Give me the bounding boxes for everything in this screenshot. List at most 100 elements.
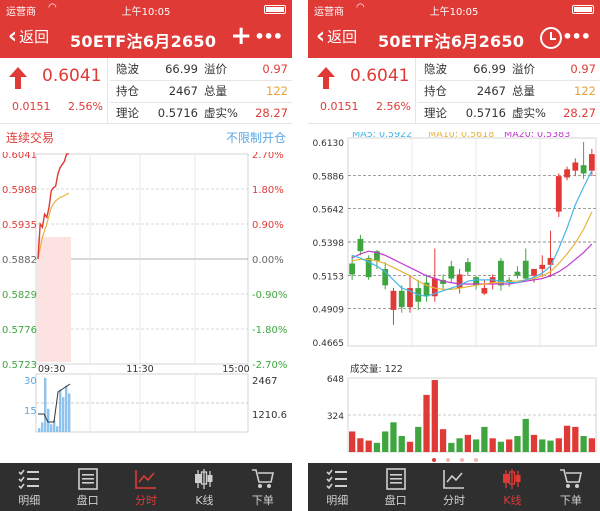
tab-kline[interactable]: K线 (483, 463, 541, 511)
list-detail-icon (308, 467, 366, 491)
price-axis-label: 0.6130 (313, 139, 345, 149)
clock-icon[interactable] (540, 27, 562, 49)
volume-bar (563, 425, 571, 452)
price-axis-label: 0.5776 (2, 325, 37, 336)
volume-bar (481, 426, 488, 452)
candle-body (580, 165, 587, 174)
candle-body (464, 262, 471, 272)
back-button[interactable]: ‹ 返回 (316, 25, 357, 47)
pct-axis-label: -2.70% (252, 360, 287, 371)
moneyness-value: 28.27 (255, 106, 288, 120)
tab-orderbook[interactable]: 盘口 (58, 463, 116, 511)
volume-bar (406, 441, 414, 452)
price-axis-label: 0.5153 (313, 272, 345, 282)
candle-body (514, 271, 521, 276)
volume-bar (382, 431, 389, 452)
iv-value: 66.99 (473, 62, 506, 76)
pct-axis-label: -0.90% (252, 290, 287, 301)
volume-bar (423, 394, 430, 452)
trading-status-label: 连续交易 (6, 131, 55, 145)
volume-bar (44, 377, 47, 432)
tab-order[interactable]: 下单 (234, 463, 292, 511)
bottom-tab-bar: 明细 盘口 分时 K线 下单 (308, 463, 600, 511)
candle-body (572, 162, 579, 171)
add-icon[interactable]: + (230, 22, 252, 50)
volume-bar (439, 429, 447, 452)
back-button[interactable]: ‹ 返回 (8, 23, 50, 49)
more-icon[interactable]: ••• (254, 27, 283, 46)
oi-axis-label-mid: 1210.6 (252, 410, 287, 421)
time-axis-label: 15:00 (222, 364, 249, 375)
volume-value: 122 (266, 84, 288, 98)
pct-axis-label: 1.80% (252, 185, 284, 196)
tab-orderbook-label: 盘口 (76, 494, 99, 507)
tab-timeshare[interactable]: 分时 (425, 463, 483, 511)
volume-bar (62, 397, 65, 432)
candle-body (481, 288, 488, 294)
volume-bar (41, 422, 44, 432)
cart-icon (542, 467, 600, 491)
candle-body (539, 264, 546, 269)
volume-bar (365, 440, 372, 452)
moneyness-label: 虚实% (512, 106, 546, 120)
volume-bar (390, 422, 397, 452)
candlestick-icon (175, 467, 233, 491)
price-change: 0.0151 (320, 100, 359, 113)
more-icon[interactable]: ••• (562, 27, 591, 46)
price-axis-label: 0.5882 (2, 255, 37, 266)
chevron-left-icon: ‹ (8, 23, 18, 49)
candlestick-icon (483, 467, 541, 491)
premium-value: 0.97 (570, 62, 596, 76)
moneyness-label: 虚实% (204, 106, 238, 120)
timeshare-chart[interactable]: 0.6041 0.5988 0.5935 0.5882 0.5829 0.5776 0.57… (0, 152, 292, 434)
tab-kline[interactable]: K线 (175, 463, 233, 511)
status-bar: 运营商 ◠ 上午10:05 (0, 0, 292, 18)
theo-value: 0.5716 (157, 106, 198, 120)
time-axis-label: 09:30 (38, 364, 65, 375)
status-bar: 运营商 ◠ 上午10:05 (308, 0, 600, 18)
volume-bar (68, 393, 71, 432)
clock-label: 上午10:05 (121, 7, 171, 18)
clock-label: 上午10:05 (429, 7, 479, 18)
oi-axis-label-max: 2467 (252, 376, 277, 387)
page-dot-3[interactable] (460, 458, 464, 462)
page-dot-2[interactable] (446, 458, 450, 462)
tab-timeshare[interactable]: 分时 (117, 463, 175, 511)
tab-orderbook[interactable]: 盘口 (366, 463, 424, 511)
candle-body (531, 268, 537, 276)
tab-detail[interactable]: 明细 (0, 463, 58, 511)
up-arrow-icon (9, 67, 27, 89)
tab-order-label: 下单 (559, 494, 582, 507)
pct-axis-label: -1.80% (252, 325, 287, 336)
volume-bar (398, 436, 405, 452)
iv-value: 66.99 (165, 62, 198, 76)
quote-panel: 0.6041 0.0151 2.56% 隐波 66.99 溢价 0.97 持仓 … (0, 58, 292, 124)
tab-detail-label: 明细 (326, 494, 349, 507)
page-title: 50ETF沽6月2650 (378, 32, 525, 51)
price-axis-label: 0.4665 (313, 339, 345, 349)
tab-order[interactable]: 下单 (542, 463, 600, 511)
kline-chart[interactable]: MA5: 0.5922 MA10: 0.5618 MA20: 0.5383 0.… (308, 132, 600, 462)
volume-label: 总量 (204, 84, 227, 98)
volume-bar (431, 380, 438, 452)
pct-axis-label: 0.00% (252, 255, 284, 266)
page-dot-4[interactable] (474, 458, 478, 462)
battery-icon (264, 5, 286, 14)
open-restriction-label[interactable]: 不限制开仓 (226, 129, 286, 146)
page-dot-1[interactable] (432, 458, 436, 462)
nav-bar: ‹ 返回 50ETF沽6月2650 + ••• (0, 18, 292, 58)
open-interest-label: 持仓 (116, 84, 139, 98)
volume-bar (489, 438, 496, 452)
volume-bar (506, 439, 513, 452)
candle-body (448, 266, 455, 279)
trading-status-bar: 连续交易 不限制开仓 (0, 124, 292, 146)
volume-bar (530, 434, 538, 452)
volume-bar (348, 431, 356, 452)
back-label: 返回 (19, 28, 50, 46)
tab-detail[interactable]: 明细 (308, 463, 366, 511)
volume-bar (373, 442, 381, 452)
price-axis-label: 0.5642 (313, 206, 345, 216)
ma5-label: MA5: 0.5922 (352, 132, 412, 140)
open-interest-label: 持仓 (424, 84, 447, 98)
volume-title: 成交量: 122 (350, 363, 403, 375)
